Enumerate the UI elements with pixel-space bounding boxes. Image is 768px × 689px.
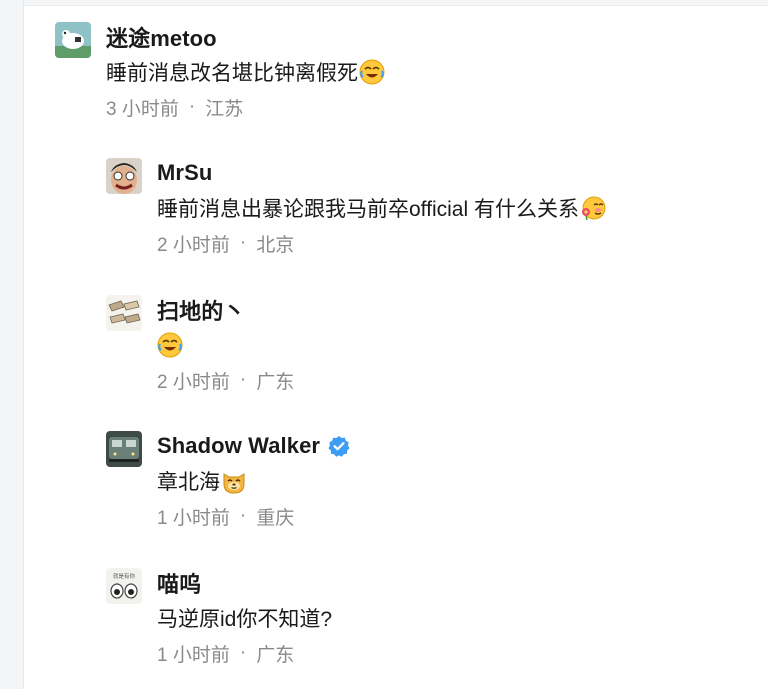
comment-time: 2 小时前 <box>157 234 230 256</box>
comment-location: 广东 <box>256 644 295 666</box>
user-name[interactable]: 喵呜 <box>157 567 201 599</box>
avatar[interactable] <box>106 158 142 194</box>
avatar-caption: 就是有你 <box>113 572 136 580</box>
user-name[interactable]: Shadow Walker <box>157 433 320 459</box>
white-dog-avatar-icon <box>55 22 91 58</box>
comment-text: 章北海 <box>157 471 220 494</box>
left-border <box>0 0 24 689</box>
comment-location: 重庆 <box>256 507 295 529</box>
avatar[interactable]: 就是有你 <box>106 568 142 604</box>
meta-separator: · <box>188 96 196 117</box>
meta-separator: · <box>239 232 247 253</box>
comment-text: 睡前消息出暴论跟我马前卒official 有什么关系 <box>157 198 579 221</box>
smug-dog-emoji-icon <box>221 468 247 494</box>
reply-item: 扫地的丶 2 小时前 · 广东 <box>106 293 294 397</box>
user-name[interactable]: MrSu <box>157 160 212 186</box>
avatar[interactable] <box>106 295 142 331</box>
top-border <box>24 0 768 6</box>
laughing-crying-emoji-icon <box>157 332 183 358</box>
comment-text: 睡前消息改名堪比钟离假死 <box>106 62 358 85</box>
comment-time: 3 小时前 <box>106 98 179 120</box>
comment-location: 广东 <box>256 371 295 393</box>
user-name[interactable]: 扫地的丶 <box>157 294 245 326</box>
meta-separator: · <box>239 642 247 663</box>
meta-separator: · <box>239 505 247 526</box>
laughing-crying-emoji-icon <box>359 59 385 85</box>
comment-time: 1 小时前 <box>157 644 230 666</box>
comment-time: 1 小时前 <box>157 507 230 529</box>
train-avatar-icon <box>106 431 142 467</box>
comment-location: 江苏 <box>205 98 244 120</box>
verified-badge-icon[interactable] <box>328 435 350 457</box>
comment-text: 马逆原id你不知道? <box>157 608 333 631</box>
blushing-flower-emoji-icon <box>580 195 606 221</box>
comment-time: 2 小时前 <box>157 371 230 393</box>
avatar[interactable] <box>106 431 142 467</box>
cartoon-eyes-avatar-icon: 就是有你 <box>106 568 142 604</box>
reply-item: 就是有你 喵呜 马逆原id你不知道? 1 小时前 · 广东 <box>106 566 332 670</box>
comic-strip-avatar-icon <box>106 295 142 331</box>
comment-location: 北京 <box>256 234 295 256</box>
reply-item: Shadow Walker 章北海 1 小时前 · 重庆 <box>106 429 350 533</box>
reply-item: MrSu 睡前消息出暴论跟我马前卒official 有什么关系 2 小时前 · … <box>106 156 606 260</box>
meta-separator: · <box>239 369 247 390</box>
laughing-man-avatar-icon <box>106 158 142 194</box>
user-name[interactable]: 迷途metoo <box>106 21 217 53</box>
avatar[interactable] <box>55 22 91 58</box>
comment-item: 迷途metoo 睡前消息改名堪比钟离假死 3 小时前 · 江苏 <box>55 20 385 124</box>
